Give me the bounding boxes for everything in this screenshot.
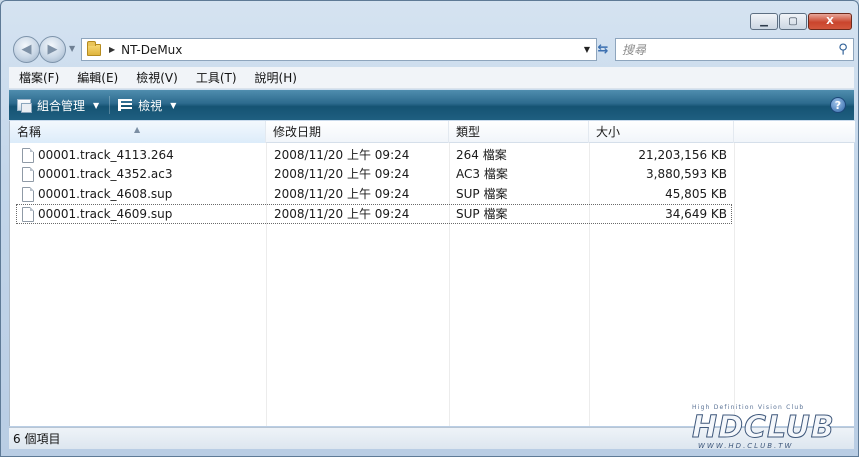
file-icon <box>22 187 34 202</box>
sort-ascending-icon: ▲ <box>134 125 141 134</box>
command-separator <box>109 96 111 114</box>
file-type: SUP 檔案 <box>456 207 508 221</box>
recent-pages-dropdown[interactable]: ▼ <box>69 44 75 53</box>
file-row[interactable]: 00001.track_4352.ac3 2008/11/20 上午 09:24… <box>10 164 855 184</box>
file-type: AC3 檔案 <box>456 167 508 181</box>
help-icon[interactable]: ? <box>830 97 846 113</box>
views-dropdown-icon: ▼ <box>170 100 177 110</box>
file-icon <box>22 207 34 222</box>
column-type[interactable]: 類型 <box>449 121 589 143</box>
menu-bar: 檔案(F) 編輯(E) 檢視(V) 工具(T) 說明(H) <box>9 67 854 89</box>
file-icon <box>22 167 34 182</box>
address-bar[interactable]: ▶ NT-DeMux ▼ <box>81 38 597 61</box>
forward-button[interactable]: ▶ <box>39 36 66 63</box>
file-type: 264 檔案 <box>456 148 507 162</box>
command-bar: 組合管理 ▼ 檢視 ▼ ? <box>9 90 854 120</box>
minimize-button[interactable]: ▁ <box>750 13 778 30</box>
file-name[interactable]: 00001.track_4608.sup <box>38 184 172 204</box>
explorer-window: ▁ ▢ X ◀ ▶ ▼ ▶ NT-DeMux ▼ ⇆ 搜尋 ⚲ 檔案(F) 編輯… <box>0 0 859 457</box>
file-date: 2008/11/20 上午 09:24 <box>274 187 410 201</box>
organize-dropdown-icon: ▼ <box>93 100 100 110</box>
column-header: 名稱 ▲ 修改日期 類型 大小 <box>10 121 855 143</box>
column-name[interactable]: 名稱 ▲ <box>10 121 266 143</box>
file-size: 3,880,593 KB <box>646 167 727 181</box>
column-date-label: 修改日期 <box>273 125 322 139</box>
file-size: 45,805 KB <box>665 187 727 201</box>
watermark-brand: HDCLUB <box>692 410 835 446</box>
close-button[interactable]: X <box>808 13 852 30</box>
menu-tools[interactable]: 工具(T) <box>186 69 245 86</box>
file-icon <box>22 148 34 163</box>
menu-view[interactable]: 檢視(V) <box>126 69 186 86</box>
breadcrumb-chevron-icon[interactable]: ▶ <box>109 45 115 54</box>
refresh-icon: ⇆ <box>597 42 609 57</box>
file-row[interactable]: 00001.track_4608.sup 2008/11/20 上午 09:24… <box>10 184 855 204</box>
file-name[interactable]: 00001.track_4113.264 <box>38 145 174 165</box>
menu-edit[interactable]: 編輯(E) <box>67 69 126 86</box>
column-date[interactable]: 修改日期 <box>266 121 449 143</box>
column-size[interactable]: 大小 <box>589 121 734 143</box>
views-button[interactable]: 檢視 ▼ <box>118 97 176 114</box>
file-size: 34,649 KB <box>665 207 727 221</box>
address-path[interactable]: NT-DeMux <box>121 43 182 57</box>
file-date: 2008/11/20 上午 09:24 <box>274 207 410 221</box>
views-label: 檢視 <box>138 98 163 113</box>
column-size-label: 大小 <box>596 125 621 139</box>
file-row-focused[interactable]: 00001.track_4609.sup 2008/11/20 上午 09:24… <box>10 204 855 224</box>
search-icon[interactable]: ⚲ <box>833 42 853 57</box>
file-name[interactable]: 00001.track_4352.ac3 <box>38 164 172 184</box>
organize-icon <box>17 99 32 113</box>
back-arrow-icon: ◀ <box>21 42 32 57</box>
watermark-url: WWW.HD.CLUB.TW <box>698 442 794 450</box>
file-date: 2008/11/20 上午 09:24 <box>274 148 410 162</box>
file-size: 21,203,156 KB <box>638 148 727 162</box>
organize-button[interactable]: 組合管理 ▼ <box>17 97 99 114</box>
watermark-logo: High Definition Vision Club HDCLUB WWW.H… <box>692 404 842 452</box>
file-row[interactable]: 00001.track_4113.264 2008/11/20 上午 09:24… <box>10 145 855 165</box>
menu-help[interactable]: 說明(H) <box>245 69 305 86</box>
organize-label: 組合管理 <box>37 98 86 113</box>
column-name-label: 名稱 <box>17 125 42 139</box>
views-icon <box>118 99 133 111</box>
search-input[interactable]: 搜尋 <box>622 41 833 58</box>
file-list: 名稱 ▲ 修改日期 類型 大小 00001.track_4113.264 200… <box>9 121 855 426</box>
menu-file[interactable]: 檔案(F) <box>9 69 67 86</box>
item-count: 6 個項目 <box>13 432 61 446</box>
file-name[interactable]: 00001.track_4609.sup <box>38 204 172 224</box>
caption-buttons: ▁ ▢ X <box>750 13 852 30</box>
back-button[interactable]: ◀ <box>13 36 40 63</box>
maximize-button[interactable]: ▢ <box>779 13 807 30</box>
folder-icon <box>87 40 101 56</box>
file-date: 2008/11/20 上午 09:24 <box>274 167 410 181</box>
navigation-bar: ◀ ▶ ▼ ▶ NT-DeMux ▼ ⇆ 搜尋 ⚲ <box>11 35 854 65</box>
file-type: SUP 檔案 <box>456 187 508 201</box>
column-type-label: 類型 <box>456 125 481 139</box>
search-box[interactable]: 搜尋 ⚲ <box>615 38 854 61</box>
forward-arrow-icon: ▶ <box>47 42 58 57</box>
